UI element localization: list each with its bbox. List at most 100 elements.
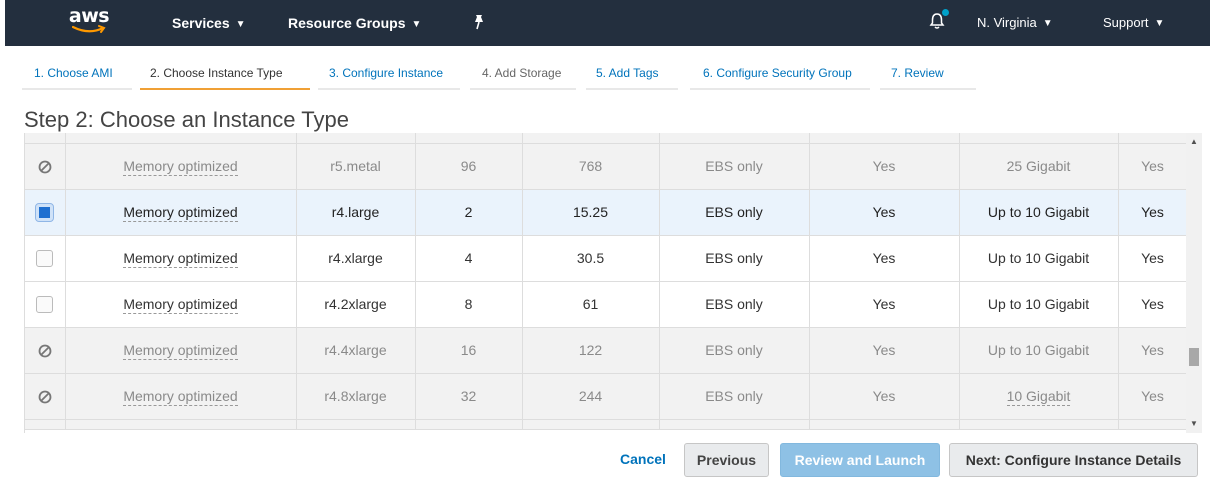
bell-icon[interactable] — [929, 9, 949, 35]
memory-cell: 244 — [522, 373, 660, 420]
ipv6-support-cell-text: Yes — [1141, 204, 1164, 220]
memory-cell-text: 30.5 — [576, 250, 605, 266]
network-performance-cell: Up to 10 Gigabit — [959, 189, 1119, 236]
step-review[interactable]: 7. Review — [891, 66, 944, 80]
region-label: N. Virginia — [977, 15, 1037, 30]
row-select-checkbox[interactable] — [35, 202, 55, 222]
next-configure-instance-details-button[interactable]: Next: Configure Instance Details — [949, 443, 1198, 477]
instance-family-cell-text: Memory optimized — [123, 158, 238, 176]
step-choose-ami[interactable]: 1. Choose AMI — [34, 66, 113, 80]
step-underline — [880, 88, 976, 90]
region-menu[interactable]: N. Virginia ▼ — [977, 0, 1053, 46]
instance-storage-cell-text: EBS only — [705, 158, 763, 174]
support-label: Support — [1103, 15, 1149, 30]
instance-storage-cell-text: EBS only — [705, 296, 763, 312]
step-configure-instance[interactable]: 3. Configure Instance — [329, 66, 443, 80]
network-performance-cell-text: Up to 10 Gigabit — [987, 204, 1090, 220]
instance-family-cell: Memory optimized — [65, 143, 297, 190]
no-entry-icon — [38, 390, 52, 404]
vcpus-cell-text: 16 — [460, 342, 477, 358]
wizard-steps: 1. Choose AMI 2. Choose Instance Type 3.… — [0, 46, 1210, 91]
instance-storage-cell: EBS only — [659, 373, 810, 420]
table-row[interactable]: Memory optimized r4.large 2 15.25 EBS only Ye… — [25, 189, 1186, 236]
instance-storage-cell-text: EBS only — [705, 250, 763, 266]
step-choose-instance-type[interactable]: 2. Choose Instance Type — [150, 66, 283, 80]
vcpus-cell: 96 — [415, 143, 523, 190]
vcpus-cell: 16 — [415, 327, 523, 374]
instance-type-cell: r4.xlarge — [296, 235, 416, 282]
network-performance-cell-text: Up to 10 Gigabit — [987, 250, 1090, 266]
select-cell — [25, 189, 66, 236]
ebs-optimized-cell-text: Yes — [872, 158, 896, 174]
ebs-optimized-cell: Yes — [809, 143, 960, 190]
ebs-optimized-cell: Yes — [809, 281, 960, 328]
aws-logo-text: aws — [68, 5, 110, 27]
memory-cell-text: 244 — [578, 388, 603, 404]
step-configure-security-group[interactable]: 6. Configure Security Group — [703, 66, 852, 80]
resource-groups-menu[interactable]: Resource Groups ▼ — [288, 0, 421, 46]
previous-button[interactable]: Previous — [684, 443, 769, 477]
services-menu[interactable]: Services ▼ — [172, 0, 246, 46]
instance-type-cell-text: r4.4xlarge — [324, 342, 387, 358]
ipv6-support-cell: Yes — [1118, 235, 1186, 282]
instance-family-cell-text: Memory optimized — [123, 250, 238, 268]
vcpus-cell: 32 — [415, 373, 523, 420]
table-row[interactable]: Memory optimized r4.2xlarge 8 61 EBS only Yes… — [25, 281, 1186, 328]
memory-cell: 15.25 — [522, 189, 660, 236]
scrollbar-thumb[interactable] — [1189, 348, 1199, 366]
table-row-partial — [25, 133, 1186, 144]
ebs-optimized-cell-text: Yes — [872, 250, 896, 266]
table-scrollbar[interactable]: ▲ ▼ — [1186, 133, 1202, 433]
cancel-button[interactable]: Cancel — [612, 443, 674, 477]
table-row-partial — [25, 419, 1186, 430]
arrow-down-icon[interactable]: ▼ — [1186, 417, 1202, 431]
select-cell — [25, 235, 66, 282]
ebs-optimized-cell-text: Yes — [872, 204, 896, 220]
instance-storage-cell: EBS only — [659, 143, 810, 190]
aws-logo[interactable]: aws — [66, 6, 112, 38]
vcpus-cell-text: 96 — [460, 158, 477, 174]
memory-cell: 768 — [522, 143, 660, 190]
ebs-optimized-cell-text: Yes — [872, 342, 896, 358]
chevron-down-icon: ▼ — [1042, 18, 1053, 29]
step-underline-active — [140, 88, 310, 90]
instance-table: Memory optimized r5.metal 96 768 EBS only Yes… — [25, 133, 1186, 430]
ebs-optimized-cell: Yes — [809, 327, 960, 374]
pin-icon[interactable] — [472, 14, 486, 35]
step-underline — [318, 88, 460, 90]
ipv6-support-cell: Yes — [1118, 143, 1186, 190]
row-select-checkbox[interactable] — [36, 249, 54, 267]
page-title: Step 2: Choose an Instance Type — [24, 107, 349, 132]
ipv6-support-cell-text: Yes — [1141, 342, 1164, 358]
instance-type-cell-text: r5.metal — [330, 158, 381, 174]
no-entry-icon — [38, 160, 52, 174]
step-underline — [586, 88, 678, 90]
step-add-storage[interactable]: 4. Add Storage — [482, 66, 561, 80]
instance-family-cell-text: Memory optimized — [123, 296, 238, 314]
ipv6-support-cell-text: Yes — [1141, 296, 1164, 312]
arrow-up-icon[interactable]: ▲ — [1186, 135, 1202, 149]
support-menu[interactable]: Support ▼ — [1103, 0, 1164, 46]
step-underline — [690, 88, 870, 90]
ipv6-support-cell: Yes — [1118, 189, 1186, 236]
instance-type-cell: r5.metal — [296, 143, 416, 190]
vcpus-cell-text: 8 — [464, 296, 473, 312]
review-and-launch-button[interactable]: Review and Launch — [780, 443, 940, 477]
instance-family-cell-text: Memory optimized — [123, 204, 238, 222]
network-performance-cell: 25 Gigabit — [959, 143, 1119, 190]
step-add-tags[interactable]: 5. Add Tags — [596, 66, 659, 80]
ipv6-support-cell: Yes — [1118, 281, 1186, 328]
instance-type-cell: r4.2xlarge — [296, 281, 416, 328]
network-performance-cell-text: Up to 10 Gigabit — [987, 296, 1090, 312]
chevron-down-icon: ▼ — [411, 19, 422, 30]
table-row[interactable]: Memory optimized r4.xlarge 4 30.5 EBS only Ye… — [25, 235, 1186, 282]
instance-family-cell: Memory optimized — [65, 373, 297, 420]
instance-type-cell-text: r4.large — [331, 204, 380, 220]
row-select-checkbox[interactable] — [36, 295, 54, 313]
instance-family-cell-text: Memory optimized — [123, 388, 238, 406]
ipv6-support-cell: Yes — [1118, 373, 1186, 420]
table-row: Memory optimized r4.4xlarge 16 122 EBS only Y… — [25, 327, 1186, 374]
services-label: Services — [172, 15, 230, 31]
no-entry-icon — [38, 344, 52, 358]
instance-storage-cell-text: EBS only — [705, 388, 763, 404]
